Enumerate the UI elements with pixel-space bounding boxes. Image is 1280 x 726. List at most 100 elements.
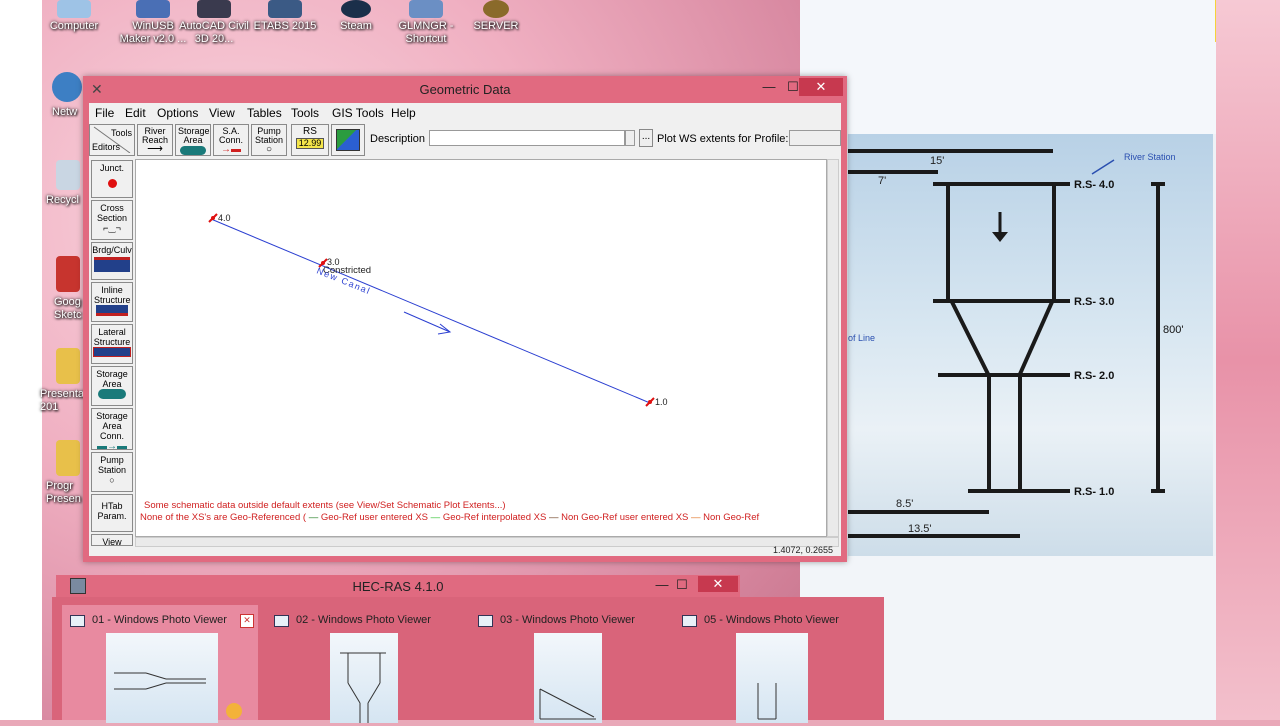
thumbnail-close-icon[interactable]: ✕ (240, 614, 254, 628)
sa-conn-button[interactable]: S.A. Conn. →▬ (213, 124, 249, 156)
legend-item: Non Geo-Ref user entered XS (561, 512, 689, 523)
desktop-icon-label: Recycl (46, 194, 80, 206)
rs-label: RS (303, 126, 317, 137)
desktop-icon-steam[interactable]: Steam (320, 0, 392, 33)
editor-label: Junct. (99, 163, 124, 173)
junction-editor-button[interactable]: Junct. (91, 160, 133, 198)
legend-lead: None of the XS's are Geo-Referenced ( (140, 512, 307, 523)
menu-tools[interactable]: Tools (291, 106, 319, 120)
storage-area-button[interactable]: Storage Area (175, 124, 211, 156)
desktop-icon-server[interactable]: SERVER (460, 0, 532, 33)
river-station-label: River Station (1124, 152, 1176, 162)
pump-icon: ○ (109, 475, 115, 485)
cursor-indicator-icon (226, 703, 242, 719)
legend-swatch: — (430, 512, 441, 523)
legend-swatch: — (308, 512, 319, 523)
thumbnail-label: 05 - Windows Photo Viewer (704, 614, 839, 626)
description-label: Description : (370, 133, 432, 145)
desktop-icon-presentation[interactable]: Presentat 201 (38, 348, 87, 414)
description-spinner[interactable] (625, 130, 635, 146)
description-input[interactable] (429, 130, 625, 146)
hec-maximize-button[interactable]: ☐ (668, 576, 696, 594)
map-button[interactable] (331, 124, 365, 156)
toolbar: Tools Editors River Reach ⟶ Storage Area… (89, 123, 841, 159)
cursor-coordinates: 1.4072, 0.2655 (772, 545, 833, 555)
title-bar[interactable]: ✕ Geometric Data — ☐ ✕ (83, 76, 847, 102)
line-label: of Line (848, 333, 875, 343)
storage-area-icon (180, 146, 206, 155)
desktop-icon-programs[interactable]: Progr Presen (38, 440, 82, 506)
schematic-canvas[interactable]: 4.0 3.0 1.0 Constricted New Canal Some s… (135, 159, 827, 537)
status-bar: 1.4072, 0.2655 (89, 545, 841, 556)
menu-file[interactable]: File (95, 106, 114, 120)
taskbar-thumbnail-strip: 01 - Windows Photo Viewer ✕ 02 - Windows… (52, 597, 884, 723)
thumbnail-photo-viewer-03[interactable]: 03 - Windows Photo Viewer (470, 605, 666, 723)
desktop-icon-sketchup[interactable]: Goog Sketc (38, 256, 82, 322)
inline-structure-editor-button[interactable]: Inline Structure (91, 282, 133, 322)
dim-7: 7' (878, 175, 886, 187)
editor-label: Storage Area (96, 369, 128, 389)
bridge-icon (94, 257, 130, 272)
storage-area-editor-button[interactable]: Storage Area (91, 366, 133, 406)
thumbnail-photo-viewer-02[interactable]: 02 - Windows Photo Viewer (266, 605, 462, 723)
rs-value-tag: 12.99 (295, 138, 325, 149)
editors-label: Editors (92, 142, 121, 152)
desktop-icon-network[interactable]: Netw (38, 72, 82, 119)
editor-label: Cross Section (96, 203, 128, 223)
desktop-icon-recycle[interactable]: Recycl (38, 160, 82, 207)
htab-param-editor-button[interactable]: HTab Param. (91, 494, 133, 532)
menu-view[interactable]: View (209, 106, 235, 120)
storage-area-label: Storage Area (178, 126, 210, 145)
menu-options[interactable]: Options (157, 106, 198, 120)
rs-3-label: R.S- 3.0 (1074, 296, 1114, 308)
dim-8-5: 8.5' (896, 498, 913, 510)
wallpaper-strip (1216, 0, 1280, 720)
etabs-icon (268, 0, 302, 18)
storage-area-conn-editor-button[interactable]: Storage Area Conn. ▬→▬ (91, 408, 133, 452)
pump-station-editor-button[interactable]: Pump Station ○ (91, 452, 133, 492)
desktop-icon-label: GLMNGR - Shortcut (398, 20, 454, 45)
junction-icon (107, 179, 117, 188)
tools-editors-toggle[interactable]: Tools Editors (89, 124, 135, 156)
window-client-area: File Edit Options View Tables Tools GIS … (89, 103, 841, 556)
desktop-icon-label: SERVER (473, 20, 519, 32)
flow-arrow-head (992, 232, 1008, 242)
desktop-icon-etabs[interactable]: ETABS 2015 (249, 0, 321, 33)
desktop-icon-label: Netw (52, 106, 78, 118)
menu-gis-tools[interactable]: GIS Tools (332, 106, 384, 120)
desktop-icon-computer[interactable]: Computer (38, 0, 110, 33)
geometric-data-window: ✕ Geometric Data — ☐ ✕ File Edit Options… (83, 76, 847, 562)
thumbnail-image (534, 633, 602, 723)
hec-close-button[interactable]: ✕ (698, 576, 738, 592)
rs-button[interactable]: RS 12.99 (291, 124, 329, 156)
desktop-icon-glmngr[interactable]: GLMNGR - Shortcut (390, 0, 462, 46)
pump-station-button[interactable]: Pump Station ○ (251, 124, 287, 156)
cross-section-editor-button[interactable]: Cross Section ⌐‿¬ (91, 200, 133, 240)
river-reach-button[interactable]: River Reach ⟶ (137, 124, 173, 156)
desktop-icon-autocad[interactable]: AutoCAD Civil 3D 20... (178, 0, 250, 46)
lateral-structure-editor-button[interactable]: Lateral Structure (91, 324, 133, 364)
thumbnail-photo-viewer-05[interactable]: 05 - Windows Photo Viewer (674, 605, 870, 723)
rs-4-label: R.S- 4.0 (1074, 179, 1114, 191)
photo-viewer-icon (478, 615, 493, 627)
close-button[interactable]: ✕ (799, 78, 843, 96)
thumbnail-label: 01 - Windows Photo Viewer (92, 614, 227, 626)
folder-icon (56, 348, 80, 384)
bridge-culvert-editor-button[interactable]: Brdg/Culv (91, 242, 133, 280)
menu-tables[interactable]: Tables (247, 106, 282, 120)
vertical-scrollbar[interactable] (827, 159, 839, 537)
pump-station-label: Pump Station (254, 126, 284, 145)
arrow-icon: ⟶ (147, 143, 163, 155)
desktop-icon-label: Goog Sketc (54, 296, 82, 321)
plot-ws-profile-select[interactable] (789, 130, 841, 146)
length-800: 800' (1163, 324, 1183, 336)
desktop-icon-label: Progr Presen (46, 480, 81, 505)
thumbnail-photo-viewer-01[interactable]: 01 - Windows Photo Viewer ✕ (62, 605, 258, 723)
photo-viewer-icon (682, 615, 697, 627)
menu-edit[interactable]: Edit (125, 106, 146, 120)
photo-viewer-icon (274, 615, 289, 627)
lateral-structure-icon (93, 347, 131, 357)
description-ellipsis-button[interactable]: ... (639, 129, 653, 147)
hec-ras-window-titlebar[interactable]: HEC-RAS 4.1.0 — ☐ ✕ (56, 575, 740, 597)
menu-help[interactable]: Help (391, 106, 416, 120)
